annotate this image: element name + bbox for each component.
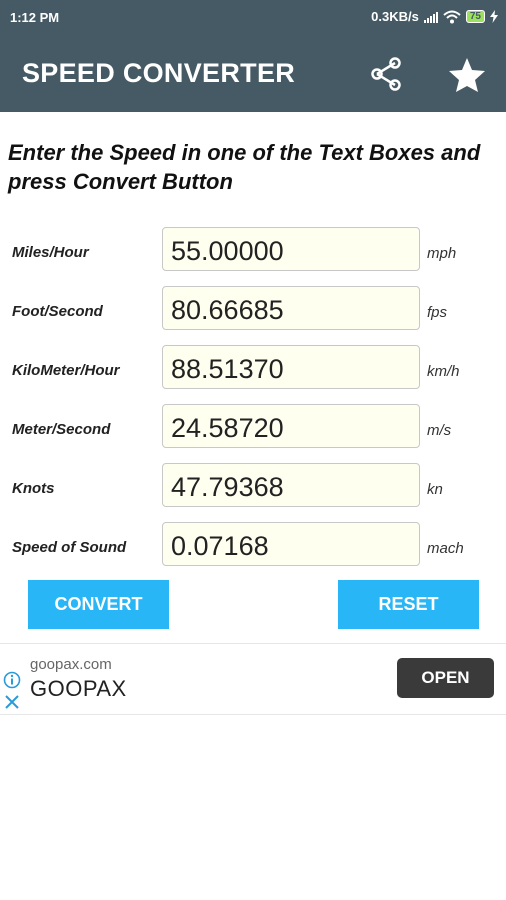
battery-icon: 75	[465, 10, 485, 23]
app-title: SPEED CONVERTER	[22, 58, 296, 88]
status-bar: 1:12 PM 0.3KB/s 75	[0, 0, 506, 36]
ad-brand: GOOPAX	[30, 676, 127, 701]
row-label: Knots	[12, 480, 55, 497]
row-speed-of-sound: Speed of Sound mach	[0, 522, 506, 568]
row-meter-second: Meter/Second m/s	[0, 404, 506, 450]
miles-hour-input[interactable]	[162, 227, 420, 271]
row-knots: Knots kn	[0, 463, 506, 509]
wifi-icon	[443, 10, 461, 23]
row-unit: kn	[427, 481, 443, 498]
row-label: Foot/Second	[12, 303, 103, 320]
convert-button[interactable]: CONVERT	[28, 580, 169, 629]
row-unit: km/h	[427, 363, 460, 380]
status-icons: 0.3KB/s 75	[371, 9, 498, 24]
ad-domain: goopax.com	[30, 656, 112, 673]
signal-icon	[423, 11, 438, 23]
kilometer-hour-input[interactable]	[162, 345, 420, 389]
charging-icon	[490, 10, 498, 23]
app-bar: SPEED CONVERTER	[0, 36, 506, 112]
row-kilometer-hour: KiloMeter/Hour km/h	[0, 345, 506, 391]
reset-button[interactable]: RESET	[338, 580, 479, 629]
row-unit: fps	[427, 304, 448, 321]
instructions-text: Enter the Speed in one of the Text Boxes…	[8, 140, 481, 194]
row-label: Speed of Sound	[12, 539, 127, 556]
status-time: 1:12 PM	[10, 10, 60, 25]
row-unit: m/s	[427, 422, 452, 439]
row-unit: mph	[427, 245, 457, 262]
star-icon[interactable]	[448, 56, 486, 94]
share-icon[interactable]	[368, 56, 404, 92]
speed-of-sound-input[interactable]	[162, 522, 420, 566]
info-icon[interactable]	[3, 671, 21, 689]
row-label: KiloMeter/Hour	[12, 362, 120, 379]
row-label: Meter/Second	[12, 421, 111, 438]
row-foot-second: Foot/Second fps	[0, 286, 506, 332]
row-label: Miles/Hour	[12, 244, 89, 261]
row-miles-hour: Miles/Hour mph	[0, 227, 506, 273]
ad-banner[interactable]: goopax.com GOOPAX OPEN	[0, 643, 506, 715]
network-speed: 0.3KB/s	[371, 9, 419, 24]
foot-second-input[interactable]	[162, 286, 420, 330]
row-unit: mach	[427, 540, 464, 557]
knots-input[interactable]	[162, 463, 420, 507]
close-icon[interactable]	[4, 694, 20, 710]
ad-open-button[interactable]: OPEN	[397, 658, 494, 698]
meter-second-input[interactable]	[162, 404, 420, 448]
